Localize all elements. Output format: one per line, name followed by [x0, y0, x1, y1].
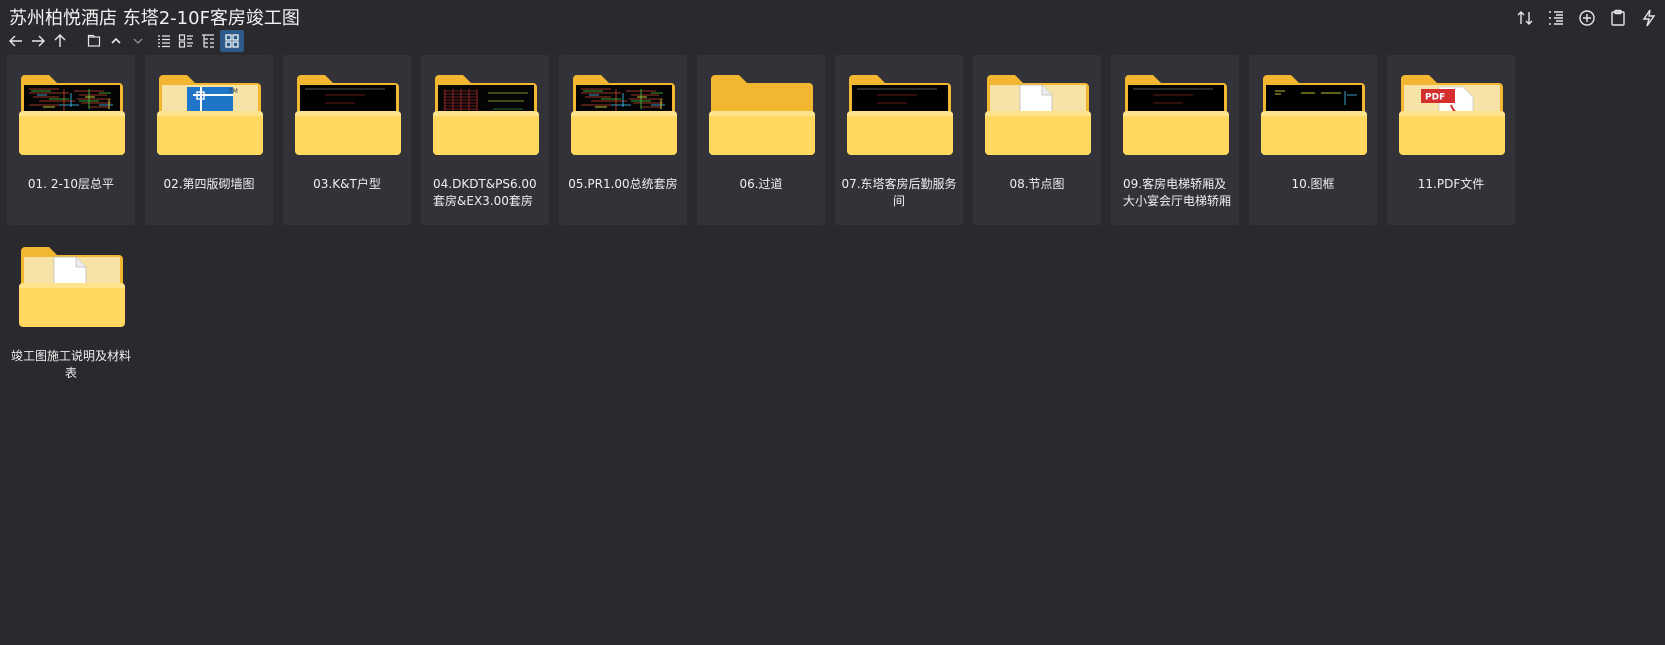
folder-icon: [571, 71, 677, 157]
folder-item[interactable]: 01. 2-10层总平: [7, 55, 135, 225]
folder-item[interactable]: PDF 11.PDF文件: [1387, 55, 1515, 225]
folder-item[interactable]: 05.PR1.00总统套房: [559, 55, 687, 225]
svg-text:TM: TM: [228, 88, 238, 95]
folder-label: 03.K&T户型: [313, 177, 381, 191]
window-title: 苏州柏悦酒店 东塔2-10F客房竣工图: [9, 8, 300, 29]
title-bar: 苏州柏悦酒店 东塔2-10F客房竣工图: [0, 0, 1665, 32]
folder-label: 08.节点图: [1009, 177, 1065, 191]
folder-icon: [709, 71, 815, 157]
forward-arrow-icon[interactable]: [28, 31, 48, 51]
folder-item[interactable]: 07.东塔客房后勤服务间: [835, 55, 963, 225]
chevron-down-icon[interactable]: [128, 31, 148, 51]
folder-label: 02.第四版砌墙图: [163, 177, 255, 191]
folder-label: 竣工图施工说明及材料表: [11, 349, 132, 380]
folder-item[interactable]: 06.过道: [697, 55, 825, 225]
folder-item[interactable]: 08.节点图: [973, 55, 1101, 225]
list-filter-icon[interactable]: [1545, 7, 1566, 28]
up-arrow-icon[interactable]: [50, 31, 70, 51]
top-actions: [1514, 7, 1659, 28]
back-arrow-icon[interactable]: [6, 31, 26, 51]
folder-icon: [985, 71, 1091, 157]
folder-icon: [1123, 71, 1229, 157]
file-grid: 01. 2-10层总平 TM 02.第四版砌墙图 03.K&T户型 04.DKDT&PS…: [7, 55, 1527, 399]
folder-label: 06.过道: [739, 177, 783, 191]
folder-icon: [295, 71, 401, 157]
folder-icon: [433, 71, 539, 157]
folder-icon: [847, 71, 953, 157]
folder-icon: PDF: [1399, 71, 1505, 157]
chevron-up-icon[interactable]: [106, 31, 126, 51]
folder-label: 11.PDF文件: [1417, 177, 1485, 191]
folder-item[interactable]: 竣工图施工说明及材料表: [7, 227, 135, 397]
folder-icon: [19, 243, 125, 329]
folder-label: 09.客房电梯轿厢及大小宴会厅电梯轿厢: [1123, 177, 1232, 208]
folder-label: 05.PR1.00总统套房: [568, 177, 678, 191]
tree-view-icon[interactable]: [198, 31, 218, 51]
folder-item[interactable]: TM 02.第四版砌墙图: [145, 55, 273, 225]
navigation-toolbar: [6, 30, 246, 52]
list-view-icon[interactable]: [154, 31, 174, 51]
folder-label: 01. 2-10层总平: [27, 177, 115, 191]
folder-label: 10.图框: [1291, 177, 1335, 191]
grid-view-icon[interactable]: [220, 30, 244, 52]
folder-item[interactable]: 04.DKDT&PS6.00套房&EX3.00套房: [421, 55, 549, 225]
add-circle-icon[interactable]: [1576, 7, 1597, 28]
folder-item[interactable]: 10.图框: [1249, 55, 1377, 225]
details-view-icon[interactable]: [176, 31, 196, 51]
folder-item[interactable]: 03.K&T户型: [283, 55, 411, 225]
clipboard-icon[interactable]: [1607, 7, 1628, 28]
flash-icon[interactable]: [1638, 7, 1659, 28]
folder-label: 07.东塔客房后勤服务间: [841, 177, 957, 208]
folder-item[interactable]: 09.客房电梯轿厢及大小宴会厅电梯轿厢: [1111, 55, 1239, 225]
folder-icon: [1261, 71, 1367, 157]
folder-label: 04.DKDT&PS6.00套房&EX3.00套房: [433, 177, 537, 208]
sort-icon[interactable]: [1514, 7, 1535, 28]
folder-icon: [19, 71, 125, 157]
svg-text:PDF: PDF: [1425, 93, 1445, 103]
folder-icon: TM: [157, 71, 263, 157]
folder-icon[interactable]: [84, 31, 104, 51]
